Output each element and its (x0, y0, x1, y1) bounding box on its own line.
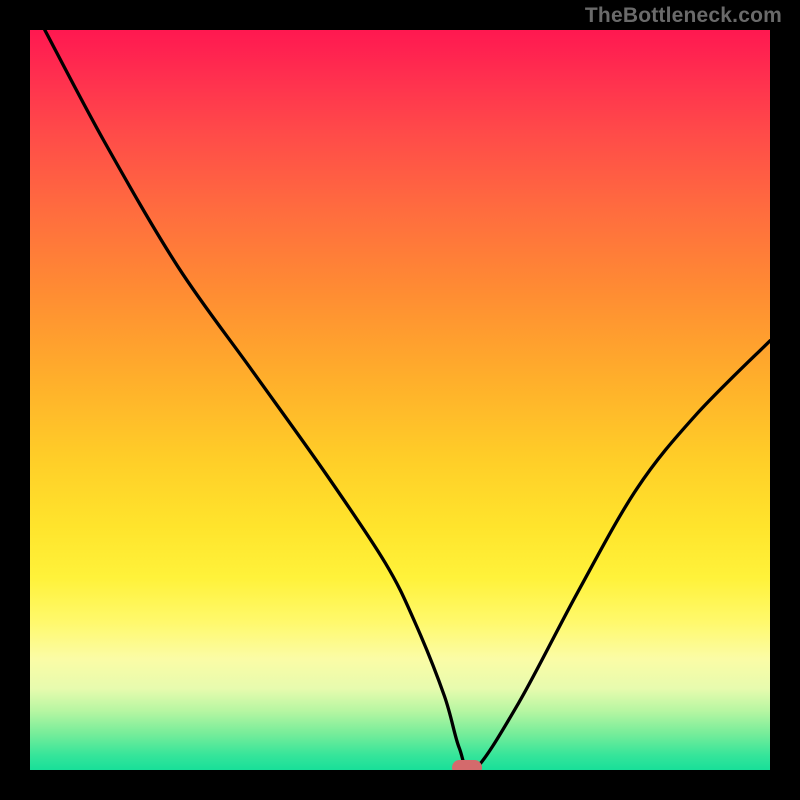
plot-area (30, 30, 770, 770)
watermark-text: TheBottleneck.com (585, 4, 782, 28)
bottleneck-curve (45, 30, 770, 770)
curve-svg (30, 30, 770, 770)
chart-container: TheBottleneck.com (0, 0, 800, 800)
optimum-marker (452, 760, 482, 771)
